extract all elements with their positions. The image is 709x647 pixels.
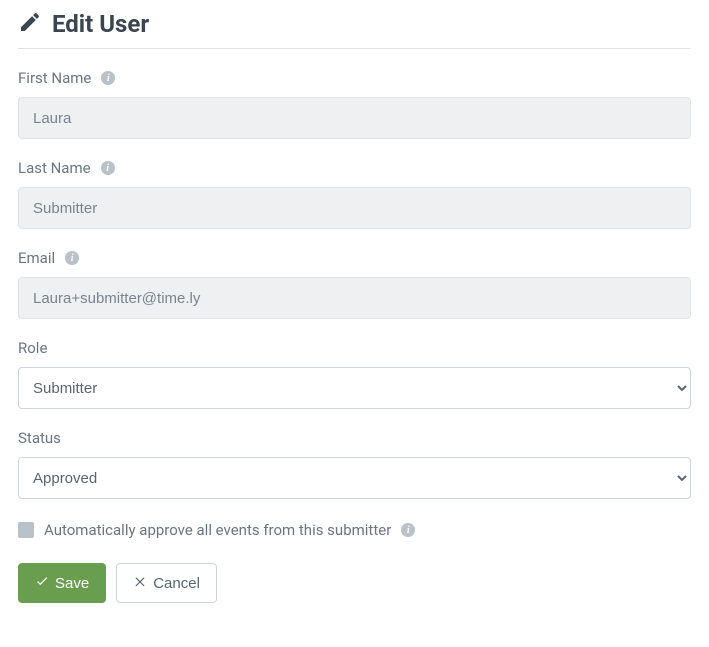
email-input[interactable]: [18, 277, 691, 319]
role-label: Role: [18, 339, 47, 357]
auto-approve-label: Automatically approve all events from th…: [44, 521, 391, 539]
info-icon[interactable]: i: [401, 523, 415, 537]
check-icon: [35, 574, 49, 592]
info-icon[interactable]: i: [101, 71, 115, 85]
page-header: Edit User: [18, 10, 691, 49]
field-email: Email i: [18, 249, 691, 319]
save-button-label: Save: [55, 575, 89, 592]
first-name-label: First Name: [18, 69, 91, 87]
info-icon[interactable]: i: [101, 161, 115, 175]
info-icon[interactable]: i: [65, 251, 79, 265]
field-role: Role Submitter: [18, 339, 691, 409]
role-select[interactable]: Submitter: [18, 367, 691, 409]
field-first-name: First Name i: [18, 69, 691, 139]
field-last-name: Last Name i: [18, 159, 691, 229]
first-name-input[interactable]: [18, 97, 691, 139]
button-row: Save Cancel: [18, 563, 691, 603]
pencil-icon: [18, 10, 42, 38]
checkbox-icon: [18, 522, 34, 538]
last-name-input[interactable]: [18, 187, 691, 229]
last-name-label: Last Name: [18, 159, 91, 177]
status-label: Status: [18, 429, 61, 447]
close-icon: [133, 574, 147, 592]
status-select[interactable]: Approved: [18, 457, 691, 499]
page-title: Edit User: [52, 10, 149, 38]
save-button[interactable]: Save: [18, 563, 106, 603]
email-label: Email: [18, 249, 55, 267]
auto-approve-checkbox[interactable]: Automatically approve all events from th…: [18, 521, 691, 539]
cancel-button[interactable]: Cancel: [116, 563, 217, 603]
cancel-button-label: Cancel: [153, 575, 200, 592]
field-status: Status Approved: [18, 429, 691, 499]
